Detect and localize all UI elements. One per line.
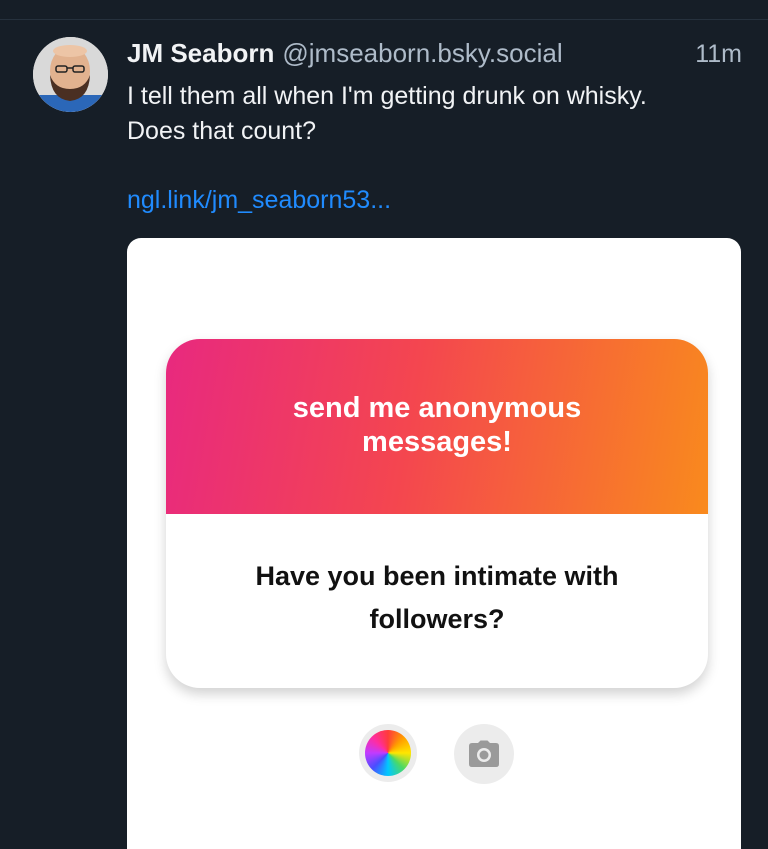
ngl-question-card: send me anonymous messages! Have you bee… (166, 339, 708, 688)
ngl-question-text: Have you been intimate with followers? (255, 561, 619, 634)
color-picker-button[interactable] (359, 724, 417, 782)
avatar-image (33, 37, 108, 112)
camera-button[interactable] (454, 724, 514, 784)
author-handle[interactable]: @jmseaborn.bsky.social (282, 38, 562, 69)
post-timestamp[interactable]: 11m (695, 40, 742, 69)
ngl-question-area: Have you been intimate with followers? (166, 514, 708, 688)
color-wheel-icon (365, 730, 411, 776)
ngl-header: send me anonymous messages! (166, 339, 708, 514)
ngl-title: send me anonymous messages! (292, 391, 582, 458)
link-embed-card[interactable]: send me anonymous messages! Have you bee… (127, 238, 741, 849)
avatar[interactable] (33, 37, 108, 112)
post[interactable]: JM Seaborn @jmseaborn.bsky.social 11m I … (0, 0, 768, 849)
divider (0, 19, 768, 20)
camera-icon (469, 740, 499, 767)
post-link[interactable]: ngl.link/jm_seaborn53... (127, 186, 391, 215)
author-name[interactable]: JM Seaborn (127, 38, 274, 69)
post-header: JM Seaborn @jmseaborn.bsky.social 11m (127, 38, 742, 70)
post-text: I tell them all when I'm getting drunk o… (127, 82, 647, 145)
